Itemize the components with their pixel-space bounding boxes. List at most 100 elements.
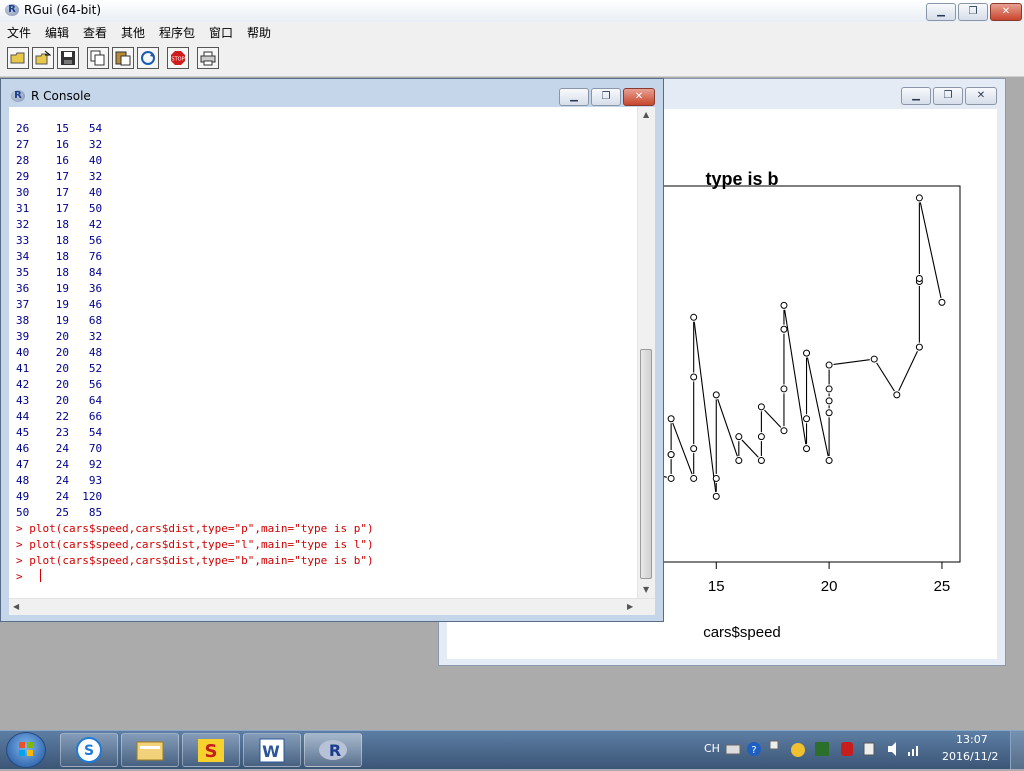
data-point [780,427,788,435]
start-button[interactable] [6,732,46,768]
keyboard-icon[interactable] [725,744,741,755]
horizontal-scrollbar[interactable]: ◀ ▶ [9,598,655,615]
taskbar-word[interactable]: W [243,733,301,767]
r-console-window[interactable]: R R Console ▁ ❐ ✕ 26 15 54 27 16 32 28 16 … [0,78,664,622]
close-button[interactable]: ✕ [990,3,1022,21]
x-tick-label: 25 [934,578,951,595]
console-output-line: 34 18 76 [16,250,103,263]
series-segment [764,409,782,428]
scrollbar-thumb[interactable] [640,349,652,579]
console-output-line: 41 20 52 [16,362,103,375]
network-icon[interactable] [908,746,918,756]
console-output-line: 26 15 54 [16,122,103,135]
console-output-line: 37 19 46 [16,298,103,311]
graphics-minimize-button[interactable]: ▁ [901,87,931,105]
console-output-line: 40 20 48 [16,346,103,359]
ime-toolbox-icon[interactable] [815,742,829,756]
app-tray-icon[interactable] [841,742,853,756]
save-button[interactable] [57,47,79,69]
console-restore-button[interactable]: ❐ [591,88,621,106]
data-point [690,474,698,482]
x-axis-label: cars$speed [703,624,781,641]
minimize-icon: ▁ [912,90,920,101]
r-logo-icon: R [5,4,19,16]
input-language[interactable]: CH [704,742,720,755]
data-point [915,275,923,283]
rgui-title-bar[interactable]: R RGui (64-bit) ▁ ❐ ✕ [0,0,1024,23]
series-segment [919,202,942,299]
open-script-button[interactable] [7,47,29,69]
data-point [915,343,923,351]
menu-misc[interactable]: 其他 [121,24,145,41]
scroll-right-icon[interactable]: ▶ [627,602,633,611]
console-minimize-button[interactable]: ▁ [559,88,589,106]
graphics-restore-button[interactable]: ❐ [933,87,963,105]
show-desktop-button[interactable] [1010,731,1024,769]
console-prompt[interactable]: > [16,569,29,585]
copy-icon [90,50,105,66]
scroll-down-icon[interactable]: ▼ [643,585,649,594]
menu-help[interactable]: 帮助 [247,24,271,41]
console-output-line: 38 19 68 [16,314,103,327]
graphics-close-button[interactable]: ✕ [965,87,997,105]
console-close-button[interactable]: ✕ [623,88,655,106]
word-icon: W [259,738,285,763]
paste-icon [115,51,131,66]
save-icon [61,51,75,65]
series-segment [741,439,759,458]
scroll-left-icon[interactable]: ◀ [13,602,19,611]
scroll-up-icon[interactable]: ▲ [643,110,649,119]
minimize-icon: ▁ [937,6,945,17]
ime-options-icon[interactable] [769,740,779,750]
device-icon[interactable] [863,742,875,756]
close-icon: ✕ [634,91,644,102]
r-icon: R [319,740,347,760]
console-output[interactable]: 26 15 54 27 16 32 28 16 40 29 17 32 30 17 40… [9,107,655,615]
data-point [780,325,788,333]
minimize-icon: ▁ [570,91,578,102]
ime-skin-icon[interactable] [791,743,805,757]
console-output-line: 49 24 120 [16,490,103,503]
volume-icon[interactable] [888,742,896,756]
menu-file[interactable]: 文件 [7,24,31,41]
menu-windows[interactable]: 窗口 [209,24,233,41]
menu-edit[interactable]: 编辑 [45,24,69,41]
svg-text:S: S [84,743,94,759]
restore-icon: ❐ [601,91,611,102]
taskbar-sumatra-pdf[interactable]: S [182,733,240,767]
data-point [893,391,901,399]
data-point [735,457,743,465]
console-output-line: 29 17 32 [16,170,103,183]
data-point [803,349,811,357]
menu-packages[interactable]: 程序包 [159,24,195,41]
copy-paste-button[interactable] [137,47,159,69]
taskbar-r[interactable]: R [304,733,362,767]
copy-button[interactable] [87,47,109,69]
vertical-scrollbar[interactable]: ▲ ▼ [637,107,655,599]
taskbar: S S W R CH ? [0,730,1024,769]
sumatra-pdf-icon: S [198,739,224,762]
load-workspace-button[interactable] [32,47,54,69]
data-point [780,385,788,393]
stop-button[interactable]: STOP [167,47,189,69]
svg-text:?: ? [751,745,756,756]
data-point [757,457,765,465]
data-point [712,391,720,399]
paste-button[interactable] [112,47,134,69]
clock-date[interactable]: 2016/11/2 [942,750,998,763]
console-output-line: 44 22 66 [16,410,103,423]
taskbar-sogou[interactable]: S [60,733,118,767]
series-segment [876,362,895,392]
data-point [712,492,720,500]
console-output-line: 48 24 93 [16,474,103,487]
data-point [667,415,675,423]
restore-button[interactable]: ❐ [958,3,988,21]
minimize-button[interactable]: ▁ [926,3,956,21]
clock-time[interactable]: 13:07 [956,733,988,746]
taskbar-file-explorer[interactable] [121,733,179,767]
menu-view[interactable]: 查看 [83,24,107,41]
print-button[interactable] [197,47,219,69]
file-explorer-icon [136,741,164,761]
console-output-line: 28 16 40 [16,154,103,167]
data-point [735,433,743,441]
